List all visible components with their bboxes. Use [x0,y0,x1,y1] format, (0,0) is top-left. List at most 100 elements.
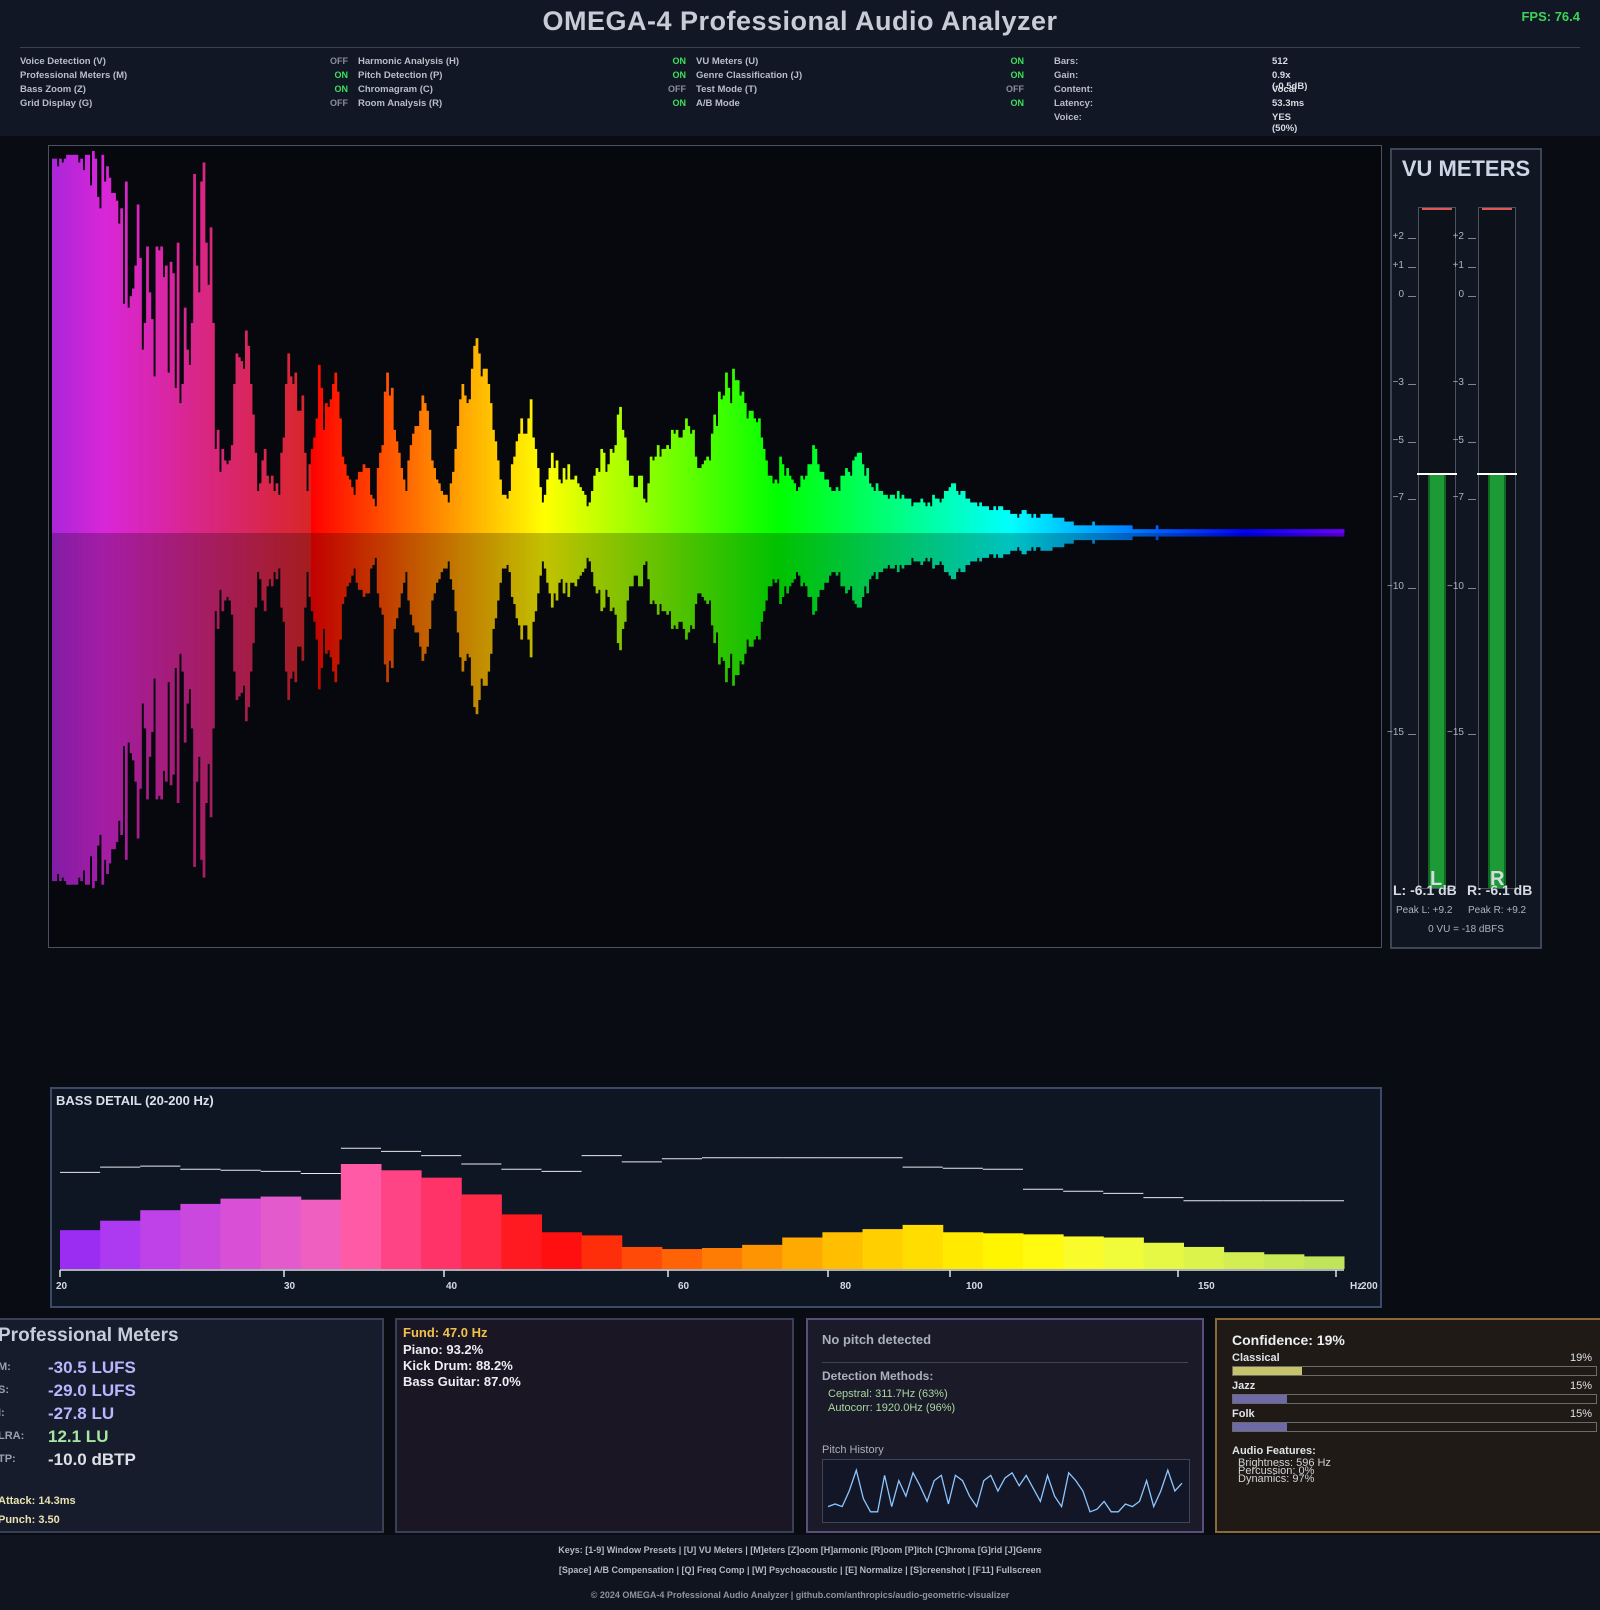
spectrum-bar [1014,513,1018,533]
spectrum-bar [635,487,639,533]
spectrum-bar [289,376,293,533]
spectrum-bar-mirror [565,533,568,583]
spectrum-bar [1186,529,1190,533]
spectrum-bar-mirror [1129,533,1133,541]
spectrum-bar [487,384,491,533]
spectrum-bar-mirror [640,533,644,587]
spectrum-bar-mirror [308,533,312,597]
spectrum-bar [1099,525,1102,533]
vu-scale-tick [1468,587,1476,589]
spectrum-bar-mirror [612,533,615,608]
spectrum-bar-mirror [84,533,88,885]
spectrum-bar [247,345,251,533]
spectrum-bar-mirror [913,533,917,562]
spectrum-bar [802,479,806,533]
spectrum-bar [157,250,161,533]
spectrum-bar-mirror [466,533,469,654]
spectrum-bar-mirror [1259,533,1263,537]
spectrum-bar [536,468,540,533]
spectrum-bar [550,452,554,533]
spectrum-bar-mirror [882,533,886,569]
spectrum-bar-mirror [1214,533,1218,537]
spectrum-bar-mirror [668,533,672,612]
spectrum-bar-mirror [710,533,714,626]
spectrum-bar-mirror [525,533,528,626]
spectrum-bar [327,406,331,533]
spectrum-bar-mirror [776,533,780,580]
spectrum-bar [965,498,968,533]
spectrum-bar [1136,529,1140,533]
spectrum-bar-mirror [292,533,295,672]
spectrum-bar [1040,513,1044,533]
spectrum-bar [492,429,495,533]
spectrum-bar-mirror [306,533,309,573]
spectrum-bar [365,468,368,533]
spectrum-bar-mirror [786,533,789,594]
spectrum-bar [369,494,373,533]
spectrum-bar [736,380,740,533]
spectrum-bar-mirror [809,533,813,597]
spectrum-bar [237,357,241,533]
spectrum-bar [1143,529,1147,533]
spectrum-bar-mirror [1056,533,1060,548]
spectrum-bar-mirror [496,533,500,601]
spectrum-bar-mirror [341,533,345,605]
spectrum-bar-mirror [164,533,168,782]
spectrum-bar [468,399,472,533]
bass-bar [1263,1254,1305,1269]
vu-scale-tick-label: −10 [1447,580,1464,592]
spectrum-bar-mirror [134,533,138,782]
spectrum-bar [1223,529,1227,533]
spectrum-bar-mirror [929,533,933,558]
spectrum-bar [687,426,691,533]
spectrum-bar-mirror [353,533,356,569]
spectrum-bar [765,460,768,533]
spectrum-bar [889,494,893,533]
spectrum-bar-mirror [113,533,116,850]
spectrum-bar-mirror [240,533,244,693]
spectrum-bar [946,490,950,533]
spectrum-bar-mirror [430,533,434,601]
spectrum-bar-mirror [1066,533,1070,544]
spectrum-bar [1311,529,1314,533]
spectrum-bar [277,494,281,533]
vu-scale-tick [1468,296,1476,298]
spectrum-bar-mirror [374,533,378,558]
meters-title: Professional Meters [0,1325,179,1346]
spectrum-bar-mirror [141,533,145,704]
spectrum-bar [77,162,81,533]
spectrum-bar-mirror [322,533,326,629]
spectrum-bar-mirror [190,533,194,729]
spectrum-bar-mirror [649,533,653,605]
spectrum-bar [1278,529,1281,533]
spectrum-bar [383,391,387,533]
spectrum-bar [833,490,837,533]
spectrum-bar [1009,513,1013,533]
spectrum-bar-mirror [685,533,688,640]
bass-tick-label: 200 [1361,1281,1378,1292]
spectrum-bar [958,494,961,533]
spectrum-bar [449,483,453,533]
toggle-label: Voice Detection (V) [20,56,106,67]
spectrum-bar-mirror [395,533,399,619]
spectrum-bar-mirror [183,533,187,743]
spectrum-bar-mirror [896,533,900,573]
bass-bar [461,1194,502,1269]
spectrum-bar-mirror [835,533,839,576]
spectrum-bar [395,441,399,533]
spectrum-bar [685,418,688,533]
spectrum-bar [1242,529,1246,533]
spectrum-bar [661,448,665,533]
spectrum-bar [852,460,855,533]
spectrum-bar [139,257,142,533]
spectrum-bar [870,487,874,533]
bass-bar [260,1196,302,1269]
spectrum-bar-mirror [303,533,307,608]
spectrum-bar-mirror [1289,533,1293,537]
bass-bar [862,1229,904,1269]
spectrum-bar [70,154,74,533]
vu-readout-left: L: -6.1 dB [1393,882,1457,898]
meter-label: S: [0,1384,9,1396]
spectrum-bar-mirror [1132,533,1135,537]
spectrum-bar [324,403,328,533]
